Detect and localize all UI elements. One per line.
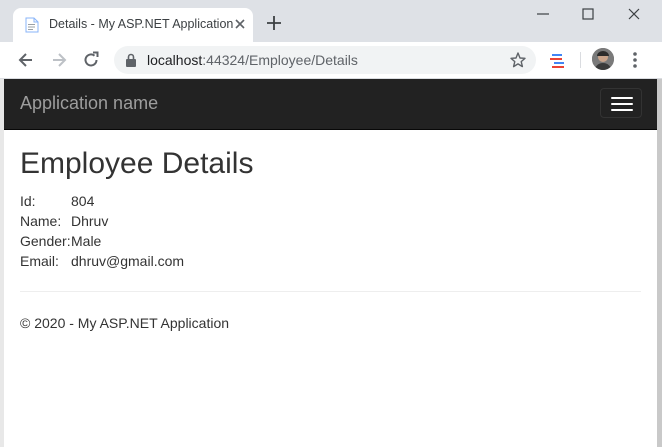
brand-link[interactable]: Application name — [20, 93, 158, 114]
profile-avatar[interactable] — [592, 48, 614, 70]
address-bar[interactable]: localhost:44324/Employee/Details — [114, 46, 536, 74]
tab-title: Details - My ASP.NET Application — [49, 17, 234, 31]
field-value: 804 — [71, 193, 95, 209]
url-host: localhost — [147, 52, 203, 68]
forward-arrow-icon[interactable] — [49, 50, 69, 70]
reload-icon[interactable] — [81, 50, 101, 70]
footer-text: © 2020 - My ASP.NET Application — [20, 315, 230, 331]
url-path: :44324/Employee/Details — [202, 52, 358, 68]
minimize-icon[interactable] — [535, 6, 551, 22]
field-label: Name: — [20, 213, 62, 229]
maximize-icon[interactable] — [580, 6, 596, 22]
hamburger-icon — [611, 109, 633, 111]
url-text[interactable]: localhost:44324/Employee/Details — [147, 52, 358, 68]
document-icon — [25, 17, 39, 33]
extension-icon[interactable] — [548, 50, 568, 70]
more-menu-icon[interactable] — [625, 50, 645, 70]
avatar-icon — [592, 48, 614, 70]
back-arrow-icon[interactable] — [16, 50, 36, 70]
close-window-icon[interactable] — [626, 6, 642, 22]
field-value: Dhruv — [71, 213, 109, 229]
toolbar-divider — [580, 52, 581, 68]
site-navbar: Application name — [4, 79, 657, 130]
window-right-edge — [657, 79, 662, 447]
browser-tab[interactable]: Details - My ASP.NET Application — [13, 8, 253, 42]
bookmark-star-icon[interactable] — [509, 51, 527, 69]
hamburger-icon — [611, 103, 633, 105]
new-tab-icon[interactable] — [265, 14, 283, 32]
navbar-toggle-button[interactable] — [600, 88, 642, 118]
footer-divider — [20, 291, 641, 292]
field-value: Male — [71, 233, 102, 249]
field-label: Gender: — [20, 233, 71, 249]
page-title: Employee Details — [20, 147, 254, 180]
field-label: Email: — [20, 253, 59, 269]
browser-titlebar: Details - My ASP.NET Application — [0, 0, 662, 42]
window-left-edge — [0, 79, 4, 447]
close-tab-icon[interactable] — [232, 16, 248, 32]
field-value: dhruv@gmail.com — [71, 253, 185, 269]
hamburger-icon — [611, 97, 633, 99]
field-label: Id: — [20, 193, 36, 209]
browser-toolbar: localhost:44324/Employee/Details — [0, 42, 662, 79]
lock-icon[interactable] — [125, 53, 137, 67]
